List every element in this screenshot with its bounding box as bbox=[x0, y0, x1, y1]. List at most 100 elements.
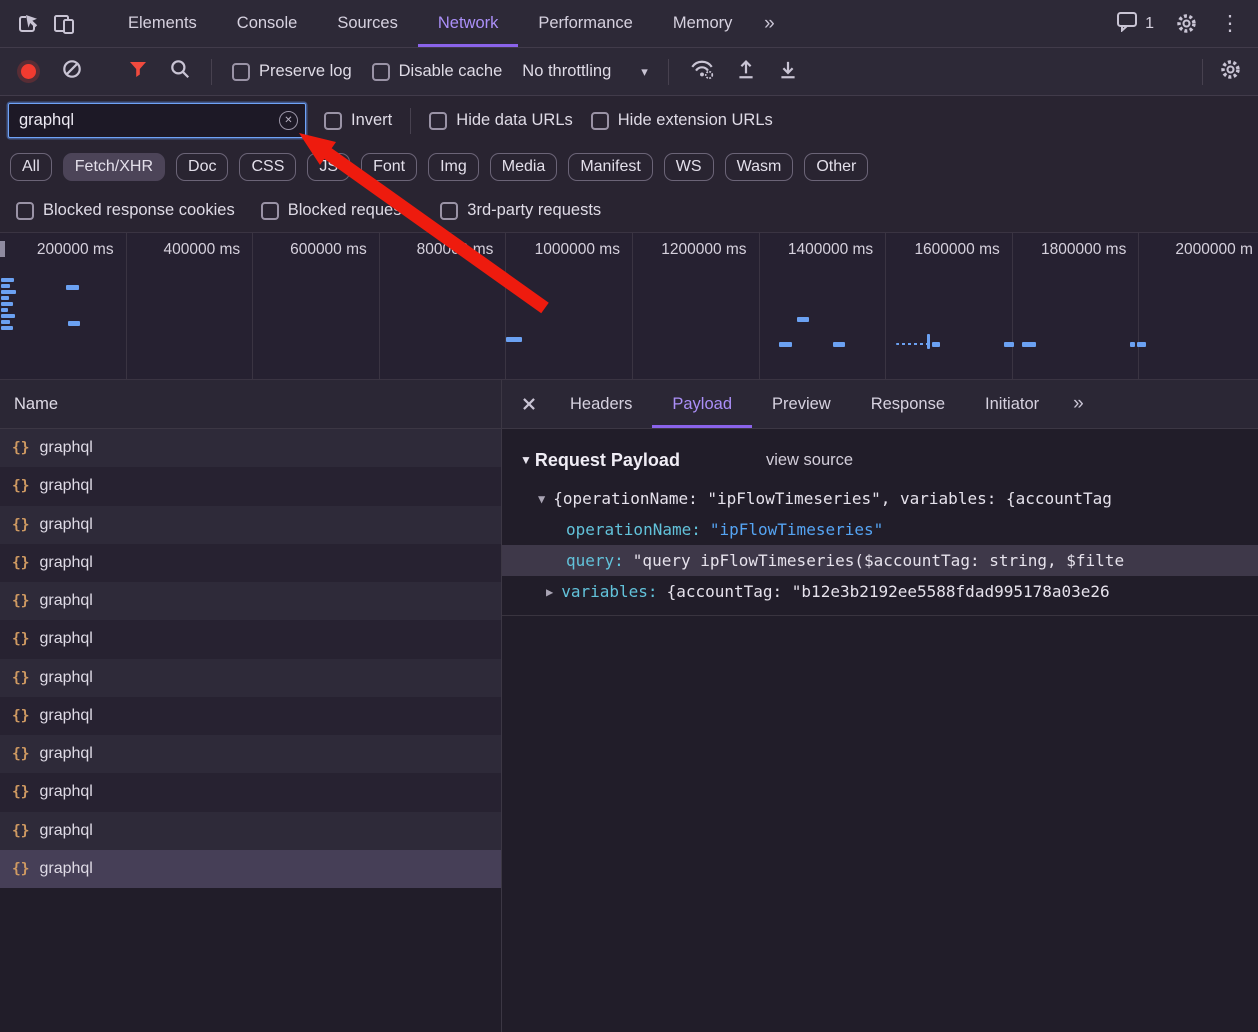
main-tab[interactable]: Network bbox=[418, 0, 519, 47]
main-tab[interactable]: Memory bbox=[653, 0, 753, 47]
waterfall-bar bbox=[1022, 342, 1036, 347]
detail-tab[interactable]: Initiator bbox=[965, 380, 1059, 428]
network-settings-gear-icon[interactable] bbox=[1219, 58, 1242, 86]
request-type-chip[interactable]: Font bbox=[361, 153, 417, 181]
checkbox-icon bbox=[232, 63, 250, 81]
hide-data-urls-checkbox[interactable]: Hide data URLs bbox=[429, 111, 572, 130]
disable-cache-checkbox[interactable]: Disable cache bbox=[372, 62, 503, 81]
payload-operation-row[interactable]: operationName: "ipFlowTimeseries" bbox=[502, 514, 1258, 545]
preserve-log-checkbox[interactable]: Preserve log bbox=[232, 62, 352, 81]
request-row[interactable]: {} graphql bbox=[0, 506, 501, 544]
clear-network-log-icon[interactable] bbox=[61, 58, 83, 85]
request-row[interactable]: {} graphql bbox=[0, 544, 501, 582]
payload-root-row[interactable]: ▼ {operationName: "ipFlowTimeseries", va… bbox=[502, 483, 1258, 514]
payload-divider bbox=[502, 615, 1258, 616]
request-row[interactable]: {} graphql bbox=[0, 697, 501, 735]
request-type-chip[interactable]: JS bbox=[307, 153, 350, 181]
search-icon[interactable] bbox=[169, 58, 191, 85]
export-har-icon[interactable] bbox=[777, 58, 799, 85]
request-row[interactable]: {} graphql bbox=[0, 850, 501, 888]
detail-tab[interactable]: Response bbox=[851, 380, 965, 428]
device-toolbar-icon[interactable] bbox=[46, 6, 82, 42]
import-har-icon[interactable] bbox=[735, 58, 757, 85]
request-type-chip[interactable]: CSS bbox=[239, 153, 296, 181]
network-overview-timeline[interactable]: 200000 ms400000 ms600000 ms800000 ms1000… bbox=[0, 232, 1258, 380]
json-value: {accountTag: "b12e3b2192ee5588fdad995178… bbox=[667, 582, 1110, 601]
more-tabs-icon[interactable]: » bbox=[752, 6, 788, 42]
request-type-chip[interactable]: All bbox=[10, 153, 52, 181]
filter-input-wrap: ✕ bbox=[8, 103, 306, 138]
hide-extension-urls-checkbox[interactable]: Hide extension URLs bbox=[591, 111, 773, 130]
request-row[interactable]: {} graphql bbox=[0, 467, 501, 505]
detail-tab[interactable]: Preview bbox=[752, 380, 851, 428]
request-name: graphql bbox=[39, 477, 92, 495]
third-party-requests-checkbox[interactable]: 3rd-party requests bbox=[440, 201, 601, 220]
request-name: graphql bbox=[39, 592, 92, 610]
payload-variables-row[interactable]: ▶ variables: {accountTag: "b12e3b2192ee5… bbox=[502, 576, 1258, 607]
detail-tab[interactable]: Headers bbox=[550, 380, 652, 428]
fetch-xhr-icon: {} bbox=[12, 593, 29, 609]
filter-funnel-icon[interactable] bbox=[127, 59, 149, 84]
json-key: variables: bbox=[561, 582, 657, 601]
console-messages-badge[interactable]: 1 bbox=[1110, 11, 1160, 37]
timeline-brush-handle[interactable] bbox=[0, 241, 5, 257]
main-tab[interactable]: Console bbox=[217, 0, 318, 47]
collapsed-triangle-icon[interactable]: ▶ bbox=[546, 585, 553, 599]
checkbox-icon bbox=[429, 112, 447, 130]
request-name: graphql bbox=[39, 707, 92, 725]
fetch-xhr-icon: {} bbox=[12, 478, 29, 494]
view-source-link[interactable]: view source bbox=[766, 451, 853, 470]
record-button[interactable] bbox=[21, 64, 36, 79]
checkbox-label: Blocked requests bbox=[288, 201, 415, 220]
blocked-response-cookies-checkbox[interactable]: Blocked response cookies bbox=[16, 201, 235, 220]
blocked-requests-checkbox[interactable]: Blocked requests bbox=[261, 201, 415, 220]
request-type-chip[interactable]: Doc bbox=[176, 153, 228, 181]
more-detail-tabs-icon[interactable]: » bbox=[1073, 393, 1084, 415]
request-row[interactable]: {} graphql bbox=[0, 659, 501, 697]
clear-filter-icon[interactable]: ✕ bbox=[279, 111, 298, 130]
main-tab[interactable]: Elements bbox=[108, 0, 217, 47]
request-row[interactable]: {} graphql bbox=[0, 620, 501, 658]
invert-checkbox[interactable]: Invert bbox=[324, 111, 392, 130]
collapse-triangle-icon[interactable]: ▼ bbox=[520, 453, 532, 467]
checkbox-label: 3rd-party requests bbox=[467, 201, 601, 220]
json-string-value: "ipFlowTimeseries" bbox=[710, 520, 883, 539]
main-tab[interactable]: Sources bbox=[317, 0, 418, 47]
request-type-chip[interactable]: Fetch/XHR bbox=[63, 153, 165, 181]
expanded-triangle-icon[interactable]: ▼ bbox=[538, 492, 545, 506]
waterfall-bar bbox=[1, 320, 10, 324]
request-type-chip[interactable]: Img bbox=[428, 153, 479, 181]
main-tab[interactable]: Performance bbox=[518, 0, 652, 47]
fetch-xhr-icon: {} bbox=[12, 517, 29, 533]
settings-gear-icon[interactable] bbox=[1168, 6, 1204, 42]
close-detail-icon[interactable] bbox=[508, 380, 550, 428]
message-count: 1 bbox=[1145, 15, 1154, 33]
overflow-menu-icon[interactable]: ⋮ bbox=[1212, 6, 1248, 42]
request-row[interactable]: {} graphql bbox=[0, 735, 501, 773]
inspect-element-icon[interactable] bbox=[10, 6, 46, 42]
payload-query-row[interactable]: query: "query ipFlowTimeseries($accountT… bbox=[502, 545, 1258, 576]
waterfall-bar bbox=[66, 285, 79, 290]
json-key: query: bbox=[566, 551, 624, 570]
request-type-chip[interactable]: Wasm bbox=[725, 153, 794, 181]
name-column-header[interactable]: Name bbox=[0, 380, 501, 429]
detail-tab[interactable]: Payload bbox=[652, 380, 752, 428]
checkbox-icon bbox=[16, 202, 34, 220]
checkbox-icon bbox=[372, 63, 390, 81]
request-row[interactable]: {} graphql bbox=[0, 429, 501, 467]
request-name: graphql bbox=[39, 516, 92, 534]
request-type-chip[interactable]: Other bbox=[804, 153, 868, 181]
network-conditions-icon[interactable] bbox=[689, 58, 715, 85]
waterfall-bar bbox=[779, 342, 792, 347]
request-row[interactable]: {} graphql bbox=[0, 812, 501, 850]
fetch-xhr-icon: {} bbox=[12, 555, 29, 571]
throttling-select[interactable]: No throttling ▾ bbox=[522, 62, 648, 81]
request-row[interactable]: {} graphql bbox=[0, 582, 501, 620]
waterfall-bar bbox=[506, 337, 522, 342]
request-type-chip[interactable]: Manifest bbox=[568, 153, 652, 181]
request-type-chip[interactable]: Media bbox=[490, 153, 558, 181]
request-type-chip[interactable]: WS bbox=[664, 153, 714, 181]
detail-tabbar: HeadersPayloadPreviewResponseInitiator » bbox=[502, 380, 1258, 429]
network-filter-input[interactable] bbox=[8, 103, 306, 138]
request-row[interactable]: {} graphql bbox=[0, 773, 501, 811]
